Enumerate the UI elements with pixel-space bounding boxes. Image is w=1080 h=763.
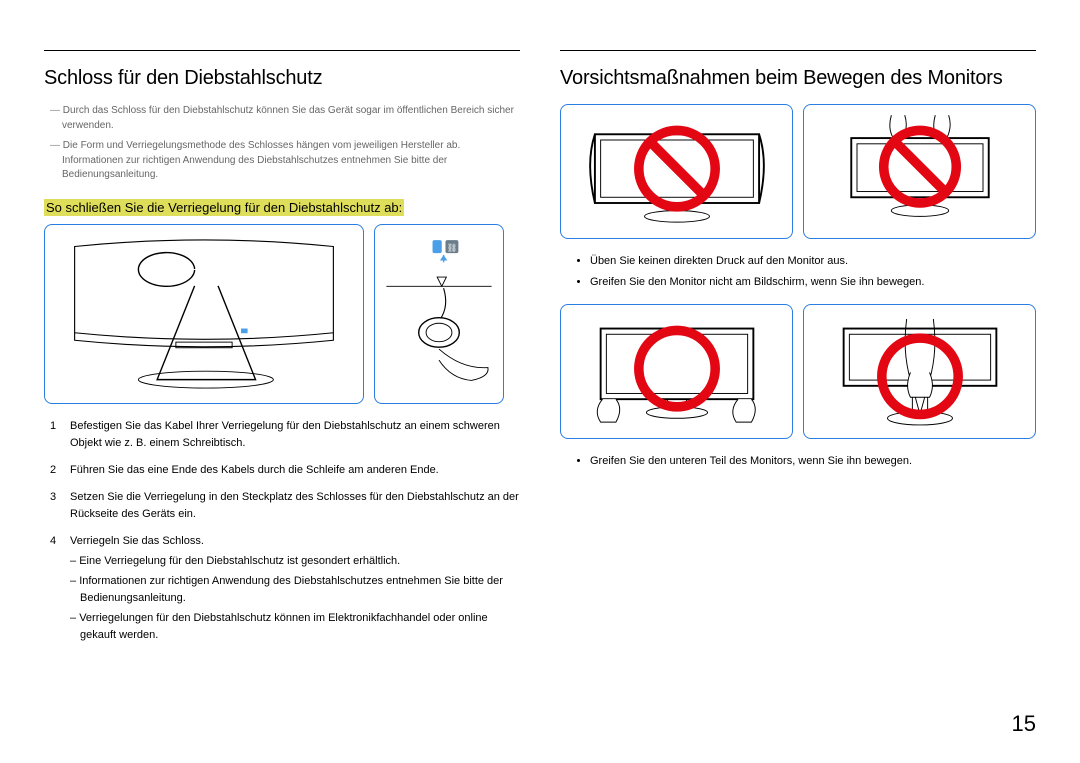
step-item: Befestigen Sie das Kabel Ihrer Verriegel… (44, 418, 520, 452)
do-not-press-illustration (560, 104, 793, 239)
heading-lock: Schloss für den Diebstahlschutz (44, 67, 520, 90)
subheading-highlight: So schließen Sie die Verriegelung für de… (44, 199, 404, 216)
right-column: Vorsichtsmaßnahmen beim Bewegen des Moni… (560, 50, 1036, 654)
bullet-item: Greifen Sie den unteren Teil des Monitor… (590, 453, 1036, 470)
section-rule (560, 50, 1036, 51)
correct-row (560, 304, 1036, 439)
do-not-grab-screen-illustration (803, 104, 1036, 239)
instruction-bullets: Greifen Sie den unteren Teil des Monitor… (560, 453, 1036, 470)
warning-bullets: Üben Sie keinen direkten Druck auf den M… (560, 253, 1036, 290)
svg-text:⛓: ⛓ (447, 242, 458, 252)
page-number: 15 (1012, 711, 1036, 737)
hold-bottom-illustration (560, 304, 793, 439)
sub-note: Informationen zur richtigen Anwendung de… (70, 573, 520, 607)
bullet-item: Üben Sie keinen direkten Druck auf den M… (590, 253, 1036, 270)
sub-note: Verriegelungen für den Diebstahlschutz k… (70, 610, 520, 644)
lock-detail-illustration: ⛓ (374, 224, 504, 404)
note: Die Form und Verriegelungsmethode des Sc… (44, 139, 520, 183)
monitor-rear-illustration (44, 224, 364, 404)
hold-stand-illustration (803, 304, 1036, 439)
note: Durch das Schloss für den Diebstahlschut… (44, 104, 520, 133)
bullet-item: Greifen Sie den Monitor nicht am Bildsch… (590, 274, 1036, 291)
prohibited-row (560, 104, 1036, 239)
step-text: Verriegeln Sie das Schloss. (70, 535, 204, 547)
section-rule (44, 50, 520, 51)
step-item: Führen Sie das eine Ende des Kabels durc… (44, 462, 520, 479)
step-item: Setzen Sie die Verriegelung in den Steck… (44, 489, 520, 523)
step-item: Verriegeln Sie das Schloss. Eine Verrieg… (44, 533, 520, 644)
lock-steps-list: Befestigen Sie das Kabel Ihrer Verriegel… (44, 418, 520, 645)
illustration-row: ⛓ (44, 224, 520, 404)
heading-precautions: Vorsichtsmaßnahmen beim Bewegen des Moni… (560, 67, 1036, 90)
left-column: Schloss für den Diebstahlschutz Durch da… (44, 50, 520, 654)
sub-note: Eine Verriegelung für den Diebstahlschut… (70, 553, 520, 570)
